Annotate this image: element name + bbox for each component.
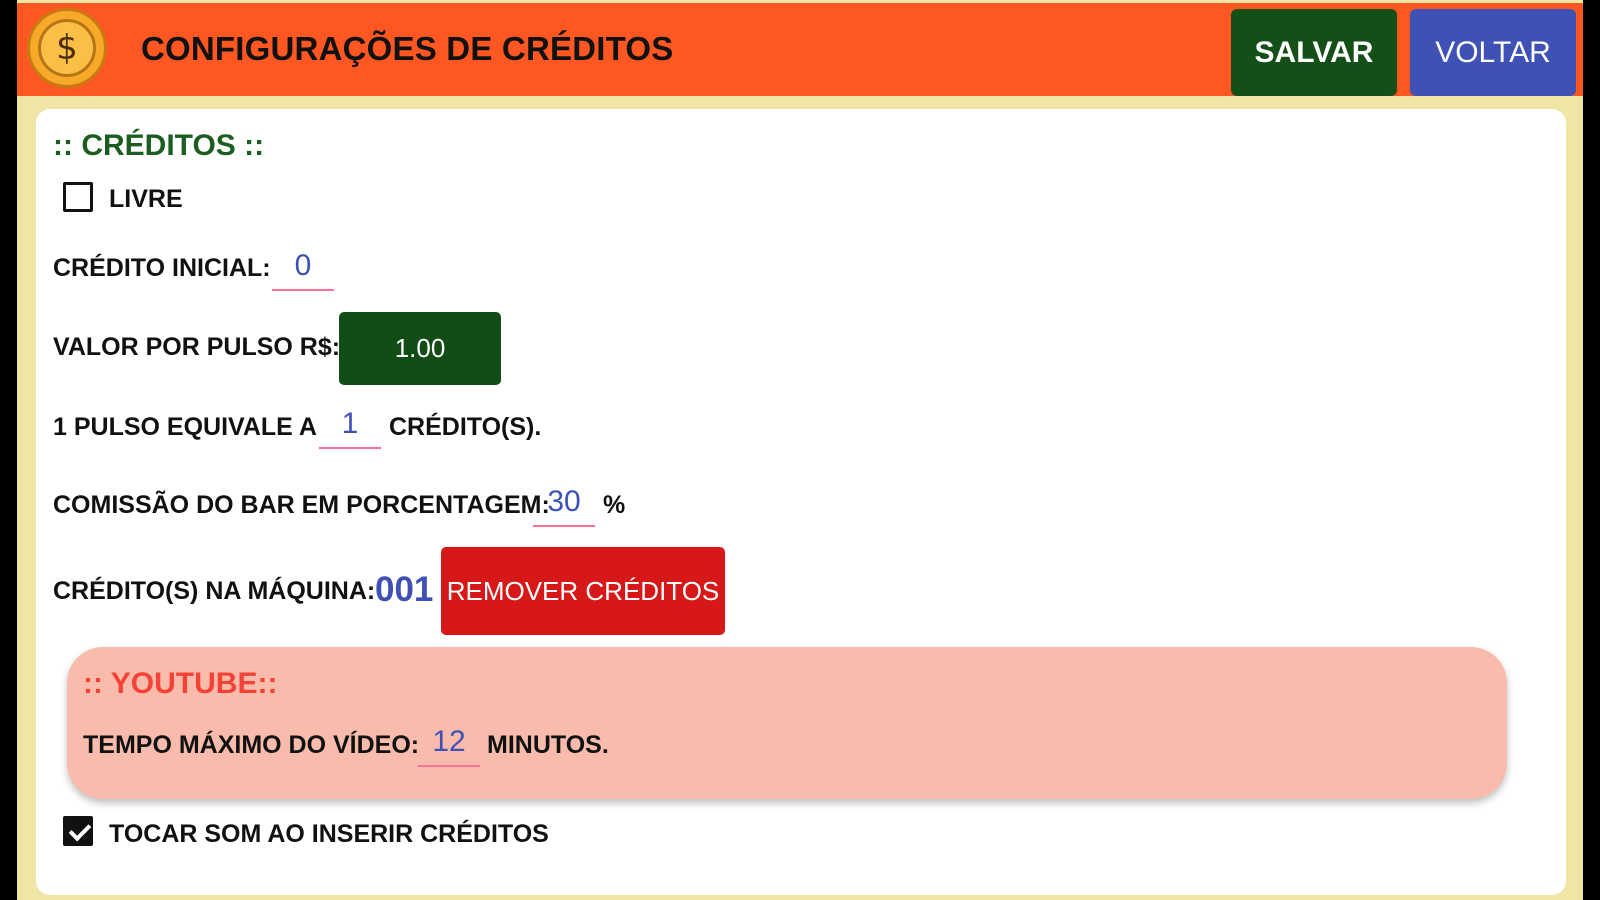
comissao-unit: % — [603, 491, 626, 519]
comissao-input[interactable]: 30 — [533, 485, 595, 527]
pulso-unit-label: CRÉDITO(S). — [389, 413, 542, 441]
pulso-label: 1 PULSO EQUIVALE A — [53, 413, 317, 441]
page-title: CONFIGURAÇÕES DE CRÉDITOS — [141, 30, 674, 67]
credito-inicial-input[interactable]: 0 — [272, 249, 334, 291]
coin-dollar-icon: $ — [27, 8, 107, 88]
app-frame: $ CONFIGURAÇÕES DE CRÉDITOS SALVAR VOLTA… — [17, 0, 1583, 900]
settings-card: :: CRÉDITOS :: LIVRE CRÉDITO INICIAL: 0 … — [36, 109, 1566, 895]
save-button[interactable]: SALVAR — [1231, 9, 1397, 96]
comissao-label: COMISSÃO DO BAR EM PORCENTAGEM: — [53, 491, 550, 519]
maquina-creditos-value: 001 — [375, 570, 434, 609]
tocar-som-checkbox[interactable] — [63, 816, 93, 846]
creditos-section-title: :: CRÉDITOS :: — [53, 129, 265, 162]
pulso-creditos-input[interactable]: 1 — [319, 407, 381, 449]
back-button[interactable]: VOLTAR — [1410, 9, 1576, 96]
header-bar: $ CONFIGURAÇÕES DE CRÉDITOS SALVAR VOLTA… — [17, 3, 1583, 96]
livre-checkbox[interactable] — [63, 182, 93, 212]
maquina-label: CRÉDITO(S) NA MÁQUINA: — [53, 577, 376, 605]
valor-por-pulso-label: VALOR POR PULSO R$: — [53, 333, 341, 361]
tempo-unit-label: MINUTOS. — [487, 731, 609, 759]
remove-credits-button[interactable]: REMOVER CRÉDITOS — [441, 547, 725, 635]
tocar-som-label: TOCAR SOM AO INSERIR CRÉDITOS — [109, 820, 549, 848]
tempo-maximo-label: TEMPO MÁXIMO DO VÍDEO: — [83, 731, 420, 759]
valor-por-pulso-button[interactable]: 1.00 — [339, 312, 501, 385]
tempo-maximo-input[interactable]: 12 — [418, 725, 480, 767]
youtube-section-title: :: YOUTUBE:: — [83, 667, 278, 700]
credito-inicial-label: CRÉDITO INICIAL: — [53, 254, 271, 282]
youtube-panel: :: YOUTUBE:: TEMPO MÁXIMO DO VÍDEO: 12 M… — [67, 647, 1507, 799]
livre-label: LIVRE — [109, 185, 183, 213]
